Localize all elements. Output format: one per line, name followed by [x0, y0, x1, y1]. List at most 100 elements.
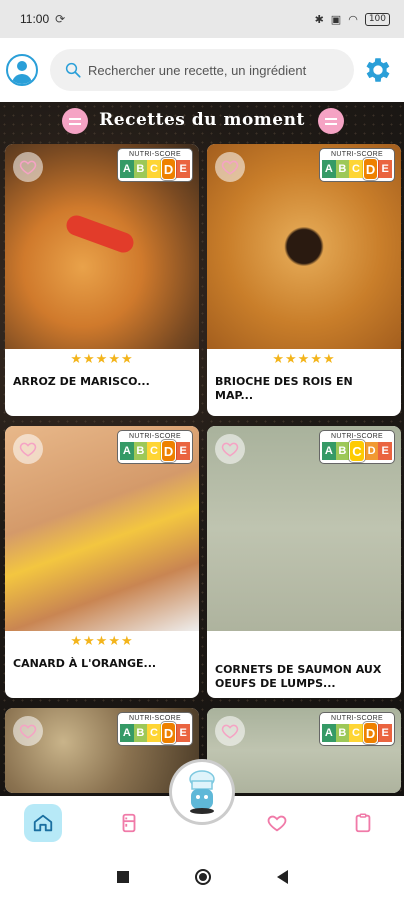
sync-icon: ⟳	[55, 12, 66, 26]
recipe-title: CANARD À L'ORANGE...	[13, 657, 157, 670]
nutri-e: E	[176, 724, 190, 742]
nutri-e: E	[378, 724, 392, 742]
user-avatar-icon[interactable]	[6, 54, 38, 86]
home-icon	[33, 814, 53, 832]
nutri-e: E	[176, 160, 190, 178]
status-icons: ✱ ▣ ◠ 100	[314, 12, 390, 26]
nutri-score-badge: NUTRI-SCORE A B C D E	[117, 148, 193, 182]
nutri-d: D	[364, 442, 379, 460]
recipe-card[interactable]: NUTRI-SCORE A B C D E ★★★★★ ARROZ DE MAR…	[5, 144, 199, 416]
recipe-card[interactable]: NUTRI-SCORE A B C D E	[207, 708, 401, 793]
notepad-icon	[355, 813, 371, 833]
fridge-icon	[122, 813, 136, 833]
nutri-score-label: NUTRI-SCORE	[129, 151, 181, 158]
nutri-a: A	[120, 442, 134, 460]
favorite-heart-icon[interactable]	[215, 152, 245, 182]
bluetooth-icon: ✱	[314, 12, 324, 26]
menu-left-icon[interactable]	[62, 108, 88, 134]
nutri-c: C	[147, 160, 161, 178]
nutri-e: E	[378, 160, 392, 178]
nutri-a: A	[120, 724, 134, 742]
rating-stars: ★★★★★	[70, 352, 134, 367]
nutri-c: C	[147, 442, 161, 460]
nutri-e: E	[176, 442, 190, 460]
nutri-score-badge: NUTRI-SCORE A B C D E	[117, 712, 193, 746]
nutri-c: C	[349, 440, 365, 462]
search-icon	[65, 62, 81, 78]
recipe-photo: NUTRI-SCORE A B C D E	[207, 708, 401, 793]
nutri-score-label: NUTRI-SCORE	[129, 433, 181, 440]
nutri-score-label: NUTRI-SCORE	[129, 715, 181, 722]
app-header	[0, 38, 404, 102]
system-navigation	[0, 854, 404, 900]
nutri-c: C	[349, 724, 363, 742]
nav-favorites[interactable]	[258, 804, 296, 842]
status-bar: 11:00 ⟳ ✱ ▣ ◠ 100	[0, 0, 404, 38]
battery-icon: 100	[364, 12, 390, 26]
recipe-title: CORNETS DE SAUMON AUX OEUFS DE LUMPS...	[215, 663, 382, 690]
nutri-b: B	[133, 160, 148, 178]
nutri-b: B	[335, 442, 350, 460]
recipe-card[interactable]: NUTRI-SCORE A B C D E ★★★★★ CANARD À L'O…	[5, 426, 199, 698]
nav-home[interactable]	[24, 804, 62, 842]
recipe-feed[interactable]: Recettes du moment NUTRI-SCORE A B C D E	[0, 102, 404, 796]
nutri-d: D	[362, 158, 379, 180]
nutri-score-label: NUTRI-SCORE	[331, 151, 383, 158]
recipe-photo: NUTRI-SCORE A B C D E	[5, 426, 199, 631]
nutri-a: A	[322, 442, 336, 460]
recipe-photo: NUTRI-SCORE A B C D E	[5, 144, 199, 349]
recipe-photo: NUTRI-SCORE A B C D E	[207, 144, 401, 349]
nutri-score-badge: NUTRI-SCORE A B C D E	[319, 430, 395, 464]
nutri-score-badge: NUTRI-SCORE A B C D E	[319, 712, 395, 746]
nutri-a: A	[322, 160, 336, 178]
recipe-title: BRIOCHE DES ROIS EN MAP...	[215, 375, 353, 402]
nutri-a: A	[322, 724, 336, 742]
home-system-icon[interactable]	[194, 869, 211, 885]
nutri-c: C	[349, 160, 363, 178]
favorite-heart-icon[interactable]	[13, 434, 43, 464]
chef-mascot-icon	[189, 770, 215, 814]
menu-right-icon[interactable]	[318, 108, 344, 134]
favorite-heart-icon[interactable]	[13, 716, 43, 746]
nav-shopping-list[interactable]	[344, 804, 382, 842]
recipe-card[interactable]: NUTRI-SCORE A B C D E ★★★★★ BRIOCHE DES …	[207, 144, 401, 416]
nutri-b: B	[335, 160, 350, 178]
recent-apps-icon[interactable]	[116, 871, 129, 883]
search-bar[interactable]	[50, 49, 354, 91]
nutri-b: B	[133, 442, 148, 460]
heart-icon	[267, 815, 287, 832]
section-title: Recettes du moment	[99, 110, 305, 130]
bottom-navigation	[0, 762, 404, 854]
nutri-score-badge: NUTRI-SCORE A B C D E	[117, 430, 193, 464]
nutri-d: D	[160, 158, 177, 180]
rating-stars: ★★★★★	[272, 352, 336, 367]
favorite-heart-icon[interactable]	[215, 434, 245, 464]
nutri-score-badge: NUTRI-SCORE A B C D E	[319, 148, 395, 182]
nutri-score-label: NUTRI-SCORE	[331, 715, 383, 722]
status-time: 11:00	[20, 12, 50, 26]
nutri-c: C	[147, 724, 161, 742]
wifi-icon: ◠	[348, 12, 358, 26]
recipe-card[interactable]: NUTRI-SCORE A B C D E CORNETS DE SAUMON …	[207, 426, 401, 698]
recipe-title: ARROZ DE MARISCO...	[13, 375, 150, 388]
rating-stars: ★★★★★	[70, 634, 134, 649]
back-icon[interactable]	[276, 870, 288, 884]
nutri-a: A	[120, 160, 134, 178]
section-header: Recettes du moment	[0, 102, 404, 138]
favorite-heart-icon[interactable]	[215, 716, 245, 746]
nutri-e: E	[378, 442, 392, 460]
nutri-b: B	[335, 724, 350, 742]
gear-icon[interactable]	[362, 54, 394, 86]
nutri-d: D	[362, 722, 379, 744]
recipe-card[interactable]: NUTRI-SCORE A B C D E	[5, 708, 199, 793]
nutri-d: D	[160, 440, 177, 462]
sim-icon: ▣	[330, 12, 342, 26]
recipe-photo: NUTRI-SCORE A B C D E	[207, 426, 401, 631]
search-input[interactable]	[88, 62, 348, 78]
recipe-photo: NUTRI-SCORE A B C D E	[5, 708, 199, 793]
favorite-heart-icon[interactable]	[13, 152, 43, 182]
nutri-b: B	[133, 724, 148, 742]
center-chef-button[interactable]	[172, 762, 232, 822]
nav-fridge[interactable]	[110, 804, 148, 842]
nutri-d: D	[160, 722, 177, 744]
